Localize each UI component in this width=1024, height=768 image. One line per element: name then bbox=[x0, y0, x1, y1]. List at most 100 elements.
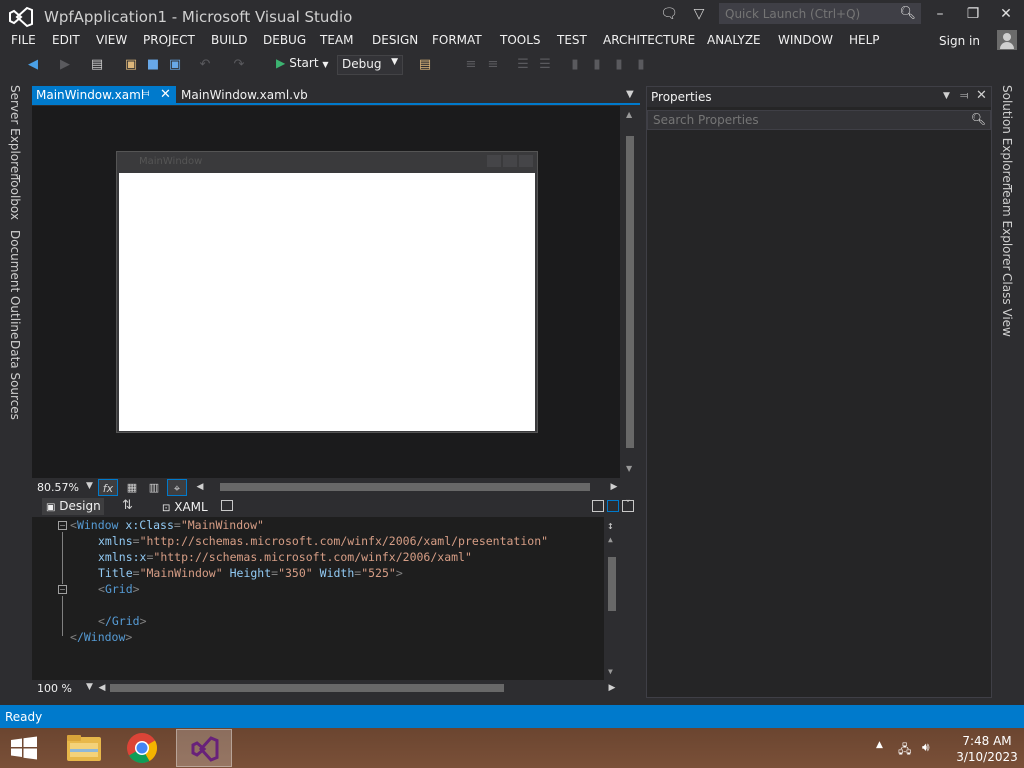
search-icon[interactable]: 🔍︎ bbox=[899, 6, 916, 21]
undo-icon[interactable]: ↶ bbox=[196, 56, 214, 74]
editor-zoom-level[interactable]: 100 % bbox=[37, 682, 72, 695]
properties-search[interactable]: 🔍︎ bbox=[647, 110, 991, 130]
close-button[interactable]: ✕ bbox=[991, 2, 1021, 26]
editor-horizontal-scrollbar[interactable] bbox=[110, 684, 504, 692]
menu-team[interactable]: TEAM bbox=[320, 33, 353, 47]
filter-icon[interactable]: ▽ bbox=[688, 4, 710, 24]
navigate-back-icon[interactable]: ◀ bbox=[24, 56, 42, 74]
prev-bookmark-icon[interactable]: ▮ bbox=[588, 56, 606, 74]
pin-icon[interactable]: ⫤ bbox=[960, 89, 968, 103]
document-outline-tab[interactable]: Document Outline bbox=[8, 230, 22, 339]
xaml-code-editor[interactable]: − − <Window x:Class="MainWindow" xmlns="… bbox=[48, 517, 620, 680]
design-horizontal-scrollbar[interactable] bbox=[220, 483, 590, 491]
split-editor-icon[interactable]: ↕ bbox=[607, 519, 614, 532]
comment-icon[interactable]: ☰ bbox=[514, 56, 532, 74]
quick-launch-input[interactable] bbox=[720, 4, 898, 23]
chevron-down-icon[interactable]: ▼ bbox=[626, 89, 634, 100]
search-properties-input[interactable] bbox=[648, 111, 968, 129]
snap-gridlines-icon[interactable]: ▥ bbox=[144, 479, 164, 496]
xaml-design-surface[interactable]: MainWindow ▲ ▼ bbox=[32, 106, 638, 478]
tab-mainwindow-xaml[interactable]: MainWindow.xaml ⫤ ✕ bbox=[32, 86, 176, 105]
tab-design[interactable]: ▣ Design bbox=[42, 498, 104, 515]
scroll-left-icon[interactable]: ◀ bbox=[190, 479, 210, 496]
grid-lines-icon[interactable]: ▦ bbox=[122, 479, 142, 496]
align-left-icon[interactable]: ≡ bbox=[462, 56, 480, 74]
menu-project[interactable]: PROJECT bbox=[143, 33, 195, 47]
class-view-tab[interactable]: Class View bbox=[1000, 273, 1014, 337]
find-in-files-icon[interactable]: ▤ bbox=[416, 56, 434, 74]
scrollbar-thumb[interactable] bbox=[608, 557, 616, 611]
menu-help[interactable]: HELP bbox=[849, 33, 880, 47]
menu-view[interactable]: VIEW bbox=[96, 33, 127, 47]
toolbox-tab[interactable]: Toolbox bbox=[8, 175, 22, 220]
collapse-pane-icon[interactable] bbox=[221, 500, 233, 511]
chrome-taskbar-icon[interactable] bbox=[114, 729, 170, 767]
chevron-down-icon[interactable]: ▼ bbox=[86, 481, 93, 491]
uncomment-icon[interactable]: ☰ bbox=[536, 56, 554, 74]
design-vertical-scrollbar[interactable]: ▲ ▼ bbox=[622, 106, 638, 478]
search-icon[interactable]: 🔍︎ bbox=[971, 112, 986, 126]
file-explorer-taskbar-icon[interactable] bbox=[56, 729, 112, 767]
menu-format[interactable]: FORMAT bbox=[432, 33, 482, 47]
team-explorer-tab[interactable]: Team Explorer bbox=[1000, 185, 1014, 271]
server-explorer-tab[interactable]: Server Explorer bbox=[8, 85, 22, 178]
account-avatar-icon[interactable] bbox=[997, 30, 1017, 50]
clear-bookmarks-icon[interactable]: ▮ bbox=[632, 56, 650, 74]
system-clock[interactable]: 7:48 AM 3/10/2023 bbox=[954, 733, 1020, 765]
effects-button[interactable]: fx bbox=[98, 479, 118, 496]
close-icon[interactable]: ✕ bbox=[976, 88, 987, 103]
scrollbar-thumb[interactable] bbox=[626, 136, 634, 448]
redo-icon[interactable]: ↷ bbox=[230, 56, 248, 74]
menu-debug[interactable]: DEBUG bbox=[263, 33, 306, 47]
menu-analyze[interactable]: ANALYZE bbox=[707, 33, 761, 47]
navigate-forward-icon[interactable]: ▶ bbox=[56, 56, 74, 74]
menu-tools[interactable]: TOOLS bbox=[500, 33, 541, 47]
menu-design[interactable]: DESIGN bbox=[372, 33, 418, 47]
menu-window[interactable]: WINDOW bbox=[778, 33, 833, 47]
scroll-up-icon[interactable]: ▲ bbox=[608, 535, 613, 544]
minimize-button[interactable]: – bbox=[925, 2, 955, 26]
wpf-window-preview[interactable]: MainWindow bbox=[116, 151, 538, 433]
align-right-icon[interactable]: ≡ bbox=[484, 56, 502, 74]
solution-explorer-tab[interactable]: Solution Explorer bbox=[1000, 85, 1014, 188]
close-icon[interactable]: ✕ bbox=[160, 87, 171, 102]
scroll-up-icon[interactable]: ▲ bbox=[626, 110, 632, 119]
collapse-icon[interactable]: − bbox=[58, 585, 67, 594]
tab-mainwindow-xaml-vb[interactable]: MainWindow.xaml.vb bbox=[181, 88, 308, 102]
horizontal-split-icon[interactable] bbox=[607, 500, 619, 512]
restore-button[interactable]: ❐ bbox=[958, 2, 988, 26]
next-bookmark-icon[interactable]: ▮ bbox=[610, 56, 628, 74]
volume-icon[interactable]: 🔊︎ bbox=[922, 740, 930, 755]
vertical-split-icon[interactable] bbox=[592, 500, 604, 512]
menu-build[interactable]: BUILD bbox=[211, 33, 247, 47]
visual-studio-taskbar-icon[interactable] bbox=[176, 729, 232, 767]
sign-in-link[interactable]: Sign in bbox=[939, 34, 980, 48]
editor-vertical-scrollbar[interactable]: ↕ ▲ ▼ bbox=[604, 517, 620, 680]
menu-architecture[interactable]: ARCHITECTURE bbox=[603, 33, 695, 47]
zoom-level[interactable]: 80.57% bbox=[37, 481, 79, 494]
show-hidden-icons[interactable]: ▲ bbox=[876, 740, 883, 750]
pin-icon[interactable]: ⫤ bbox=[142, 88, 150, 99]
scroll-right-icon[interactable]: ▶ bbox=[604, 479, 624, 496]
network-icon[interactable]: 🖧︎ bbox=[898, 740, 911, 761]
save-all-icon[interactable]: ▣ bbox=[166, 56, 184, 74]
menu-test[interactable]: TEST bbox=[557, 33, 587, 47]
feedback-icon[interactable]: 🗨 bbox=[658, 4, 680, 24]
tab-xaml[interactable]: ⊡ XAML bbox=[162, 500, 208, 514]
save-icon[interactable]: ■ bbox=[144, 56, 162, 74]
scroll-down-icon[interactable]: ▼ bbox=[626, 464, 632, 473]
start-debugging-button[interactable]: ▶ Start ▼ bbox=[276, 56, 329, 74]
scroll-down-icon[interactable]: ▼ bbox=[608, 667, 613, 676]
bookmark-icon[interactable]: ▮ bbox=[566, 56, 584, 74]
data-sources-tab[interactable]: Data Sources bbox=[8, 340, 22, 420]
windows-start-icon[interactable] bbox=[10, 736, 38, 760]
menu-file[interactable]: FILE bbox=[11, 33, 36, 47]
chevron-down-icon[interactable]: ▼ bbox=[943, 91, 950, 101]
new-project-icon[interactable]: ▤ bbox=[88, 56, 106, 74]
solution-configuration-select[interactable]: Debug ▼ bbox=[337, 55, 403, 75]
expand-pane-icon[interactable]: ˅ bbox=[622, 500, 634, 512]
snap-snaplines-icon[interactable]: ⌖ bbox=[167, 479, 187, 496]
scroll-left-icon[interactable]: ◀ bbox=[92, 680, 112, 697]
wpf-window-client-area[interactable] bbox=[119, 173, 535, 431]
swap-panes-icon[interactable]: ⇅ bbox=[122, 498, 133, 513]
